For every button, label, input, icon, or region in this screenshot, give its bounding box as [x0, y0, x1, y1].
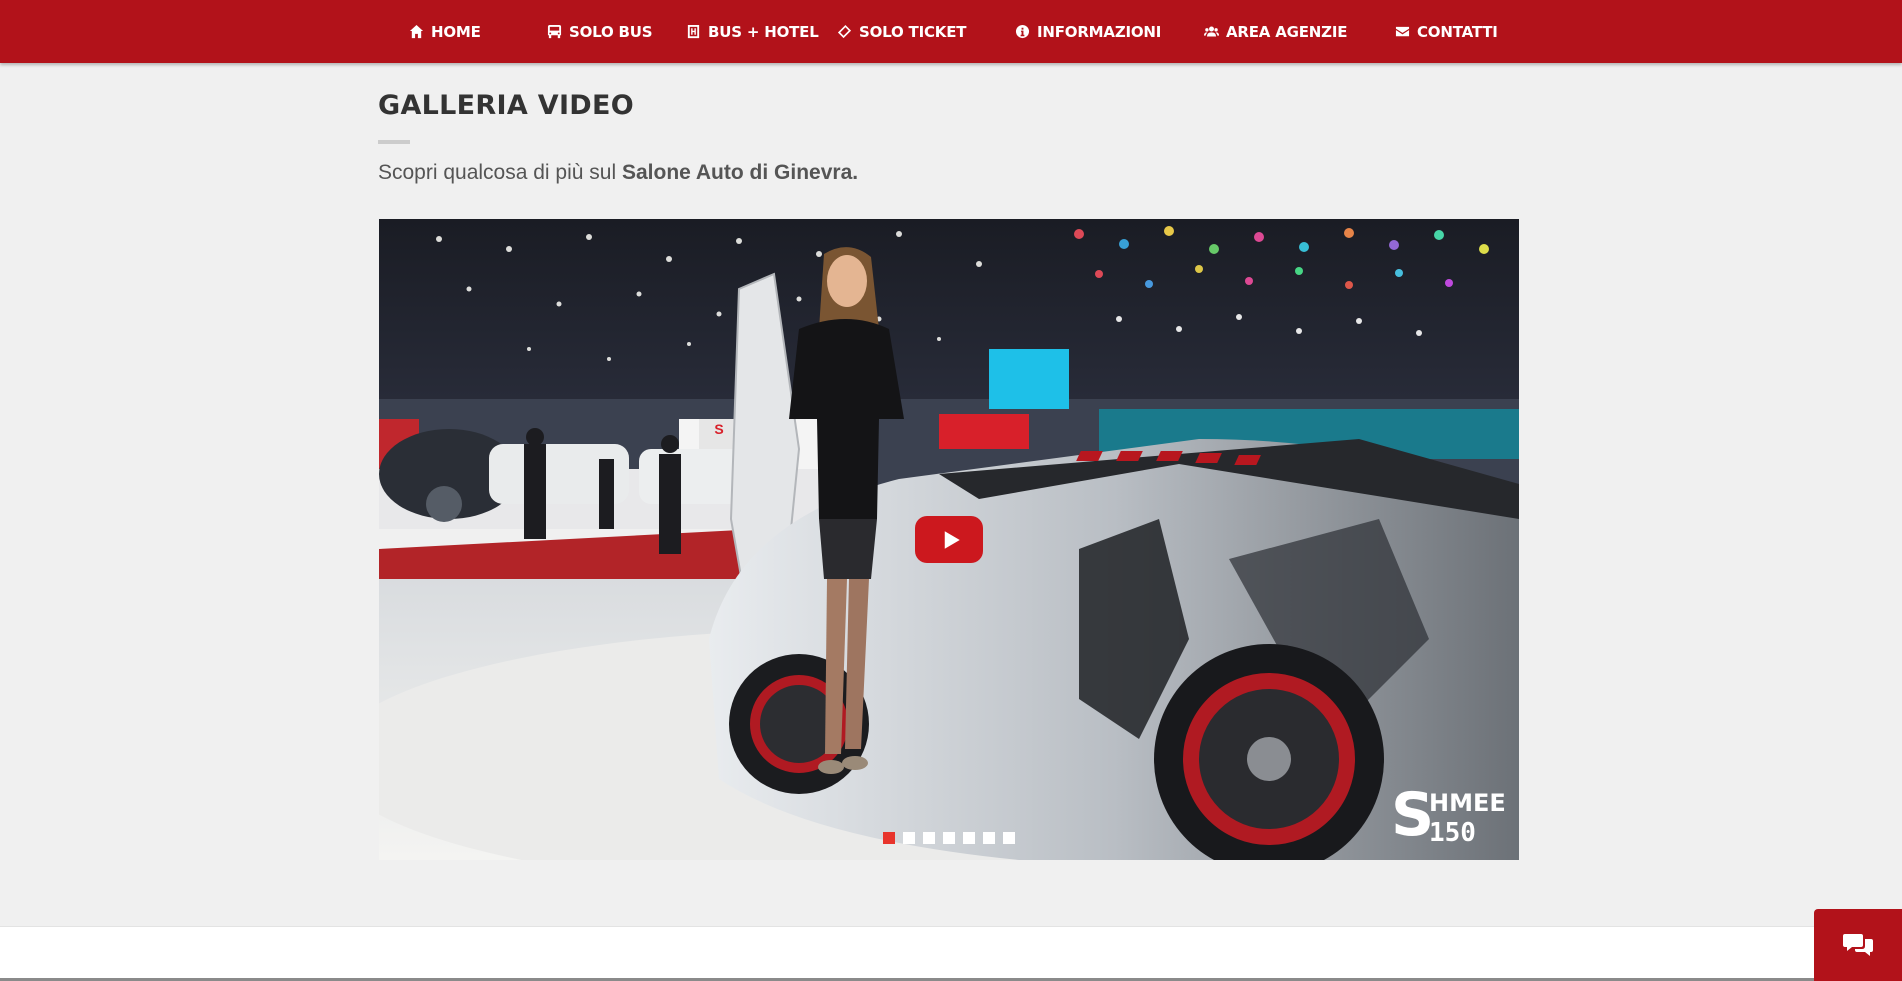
play-button[interactable]	[915, 516, 983, 563]
svg-text:HMEE: HMEE	[1429, 789, 1506, 817]
hotel-icon	[687, 24, 700, 39]
main-navbar: HOME SOLO BUS BUS + HOTEL SOLO TICKET IN…	[0, 0, 1902, 63]
play-icon	[944, 530, 960, 549]
home-icon	[409, 24, 424, 39]
page-subtitle: Scopri qualcosa di più sul Salone Auto d…	[378, 161, 858, 185]
subtitle-highlight: Salone Auto di Ginevra.	[621, 161, 859, 184]
slide-dot[interactable]	[923, 832, 935, 844]
nav-item-label: CONTATTI	[1417, 22, 1498, 41]
ticket-icon	[837, 24, 852, 39]
slide-dot[interactable]	[943, 832, 955, 844]
video-player[interactable]: S S HMEE 150	[379, 219, 1519, 860]
nav-item-label: BUS + HOTEL	[708, 22, 819, 41]
nav-item-home[interactable]: HOME	[409, 0, 481, 63]
svg-text:S: S	[1391, 780, 1434, 849]
nav-item-label: HOME	[431, 22, 481, 41]
chat-icon	[1843, 934, 1873, 956]
subtitle-text: Scopri qualcosa di più sul	[378, 161, 622, 184]
page-footer	[0, 926, 1902, 981]
channel-watermark-logo: S HMEE 150	[1391, 780, 1506, 849]
slide-indicator-dots	[883, 832, 1015, 844]
svg-text:S: S	[714, 421, 723, 437]
nav-item-solo-bus[interactable]: SOLO BUS	[547, 0, 653, 63]
nav-item-label: SOLO BUS	[569, 22, 653, 41]
info-icon	[1015, 24, 1030, 39]
slide-dot[interactable]	[1003, 832, 1015, 844]
chat-button[interactable]	[1814, 909, 1902, 981]
nav-item-informazioni[interactable]: INFORMAZIONI	[1015, 0, 1161, 63]
nav-item-label: AREA AGENZIE	[1226, 22, 1348, 41]
nav-item-contatti[interactable]: CONTATTI	[1395, 0, 1498, 63]
envelope-icon	[1395, 26, 1410, 37]
slide-dot[interactable]	[963, 832, 975, 844]
page-title: GALLERIA VIDEO	[378, 90, 634, 121]
slide-dot[interactable]	[983, 832, 995, 844]
bus-icon	[547, 24, 562, 39]
title-divider	[378, 140, 410, 144]
slide-dot[interactable]	[883, 832, 895, 844]
svg-text:150: 150	[1429, 818, 1476, 848]
slide-dot[interactable]	[903, 832, 915, 844]
nav-item-bus-hotel[interactable]: BUS + HOTEL	[686, 0, 819, 63]
nav-item-label: INFORMAZIONI	[1037, 22, 1162, 41]
nav-item-label: SOLO TICKET	[859, 22, 967, 41]
users-icon	[1204, 26, 1219, 37]
nav-item-area-agenzie[interactable]: AREA AGENZIE	[1204, 0, 1347, 63]
nav-item-solo-ticket[interactable]: SOLO TICKET	[837, 0, 966, 63]
